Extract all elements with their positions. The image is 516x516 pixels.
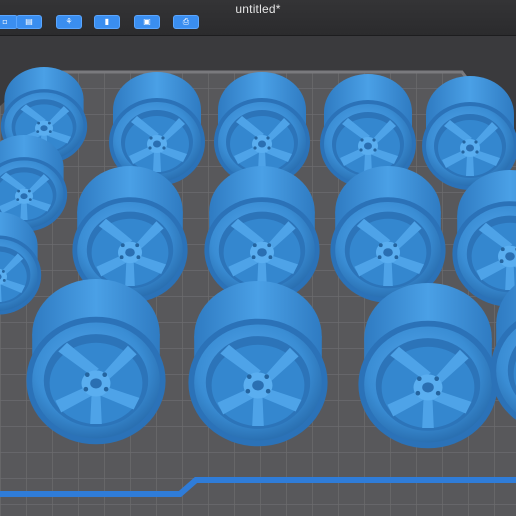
wheel-model[interactable] [330, 166, 446, 303]
wheel-model[interactable] [358, 283, 498, 449]
printer-icon: ⎙ [182, 17, 190, 26]
resin-button[interactable]: ▮ [94, 15, 120, 29]
3d-viewport[interactable] [0, 36, 516, 516]
supports-icon: ⚘ [65, 17, 73, 26]
partial-icon: ▫ [2, 17, 8, 26]
models-row-front [26, 269, 516, 449]
wheel-model[interactable] [188, 281, 328, 447]
file-icon: ▤ [25, 17, 33, 26]
scene-canvas[interactable] [0, 36, 516, 516]
bottle-icon: ▮ [104, 17, 110, 26]
layout-button[interactable]: ▣ [134, 15, 160, 29]
title-bar: untitled* ▫ ▤ ⚘ ▮ ▣ ⎙ [0, 0, 516, 36]
window-title: untitled* [235, 2, 281, 16]
grid-square-icon: ▣ [143, 17, 151, 26]
supports-button[interactable]: ⚘ [56, 15, 82, 29]
file-button[interactable]: ▤ [16, 15, 42, 29]
slice-button[interactable]: ⎙ [173, 15, 199, 29]
wheel-model[interactable] [26, 279, 166, 445]
